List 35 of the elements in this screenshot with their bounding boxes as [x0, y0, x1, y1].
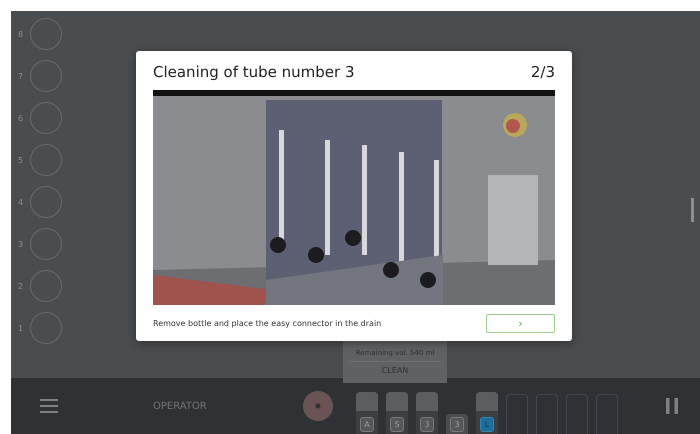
rack-number: 5 — [18, 156, 24, 164]
rack-slot[interactable] — [30, 228, 62, 260]
rack-number: 4 — [18, 198, 24, 206]
user-label: OPERATOR — [153, 400, 208, 412]
tube-label: 3 — [420, 417, 434, 432]
tube[interactable]: L — [476, 392, 498, 434]
rack-number: 7 — [18, 72, 24, 80]
rack-number: 2 — [18, 282, 24, 290]
pause-icon[interactable] — [666, 398, 678, 414]
record-button[interactable] — [303, 391, 333, 421]
step-counter: 2/3 — [530, 62, 555, 80]
tube-label: 3 — [450, 417, 464, 432]
tube-label: L — [480, 417, 494, 432]
rack-slot[interactable] — [30, 18, 62, 50]
tube[interactable]: 3 — [416, 392, 438, 434]
tube[interactable]: A — [356, 392, 378, 434]
rack-slot[interactable] — [30, 270, 62, 302]
instruction-text: Remove bottle and place the easy connector in the drain — [153, 318, 382, 328]
rack-slot[interactable] — [30, 144, 62, 176]
tube-label: A — [360, 417, 374, 432]
rack-slot[interactable] — [30, 102, 62, 134]
dialog-title: Cleaning of tube number 3 — [153, 62, 355, 80]
rack-slot[interactable] — [30, 186, 62, 218]
menu-icon[interactable] — [40, 398, 58, 414]
rack-slot[interactable] — [30, 60, 62, 92]
tube-label: S — [390, 417, 404, 432]
next-button[interactable]: › — [486, 314, 555, 332]
rack-number: 6 — [18, 114, 24, 122]
rack-number: 3 — [18, 240, 24, 248]
tube[interactable]: 3 — [446, 414, 468, 434]
scrollbar[interactable] — [691, 198, 694, 222]
rack-slot[interactable] — [30, 312, 62, 344]
rack-number: 8 — [18, 30, 24, 38]
tube[interactable]: S — [386, 392, 408, 434]
rack-number: 1 — [18, 324, 24, 332]
